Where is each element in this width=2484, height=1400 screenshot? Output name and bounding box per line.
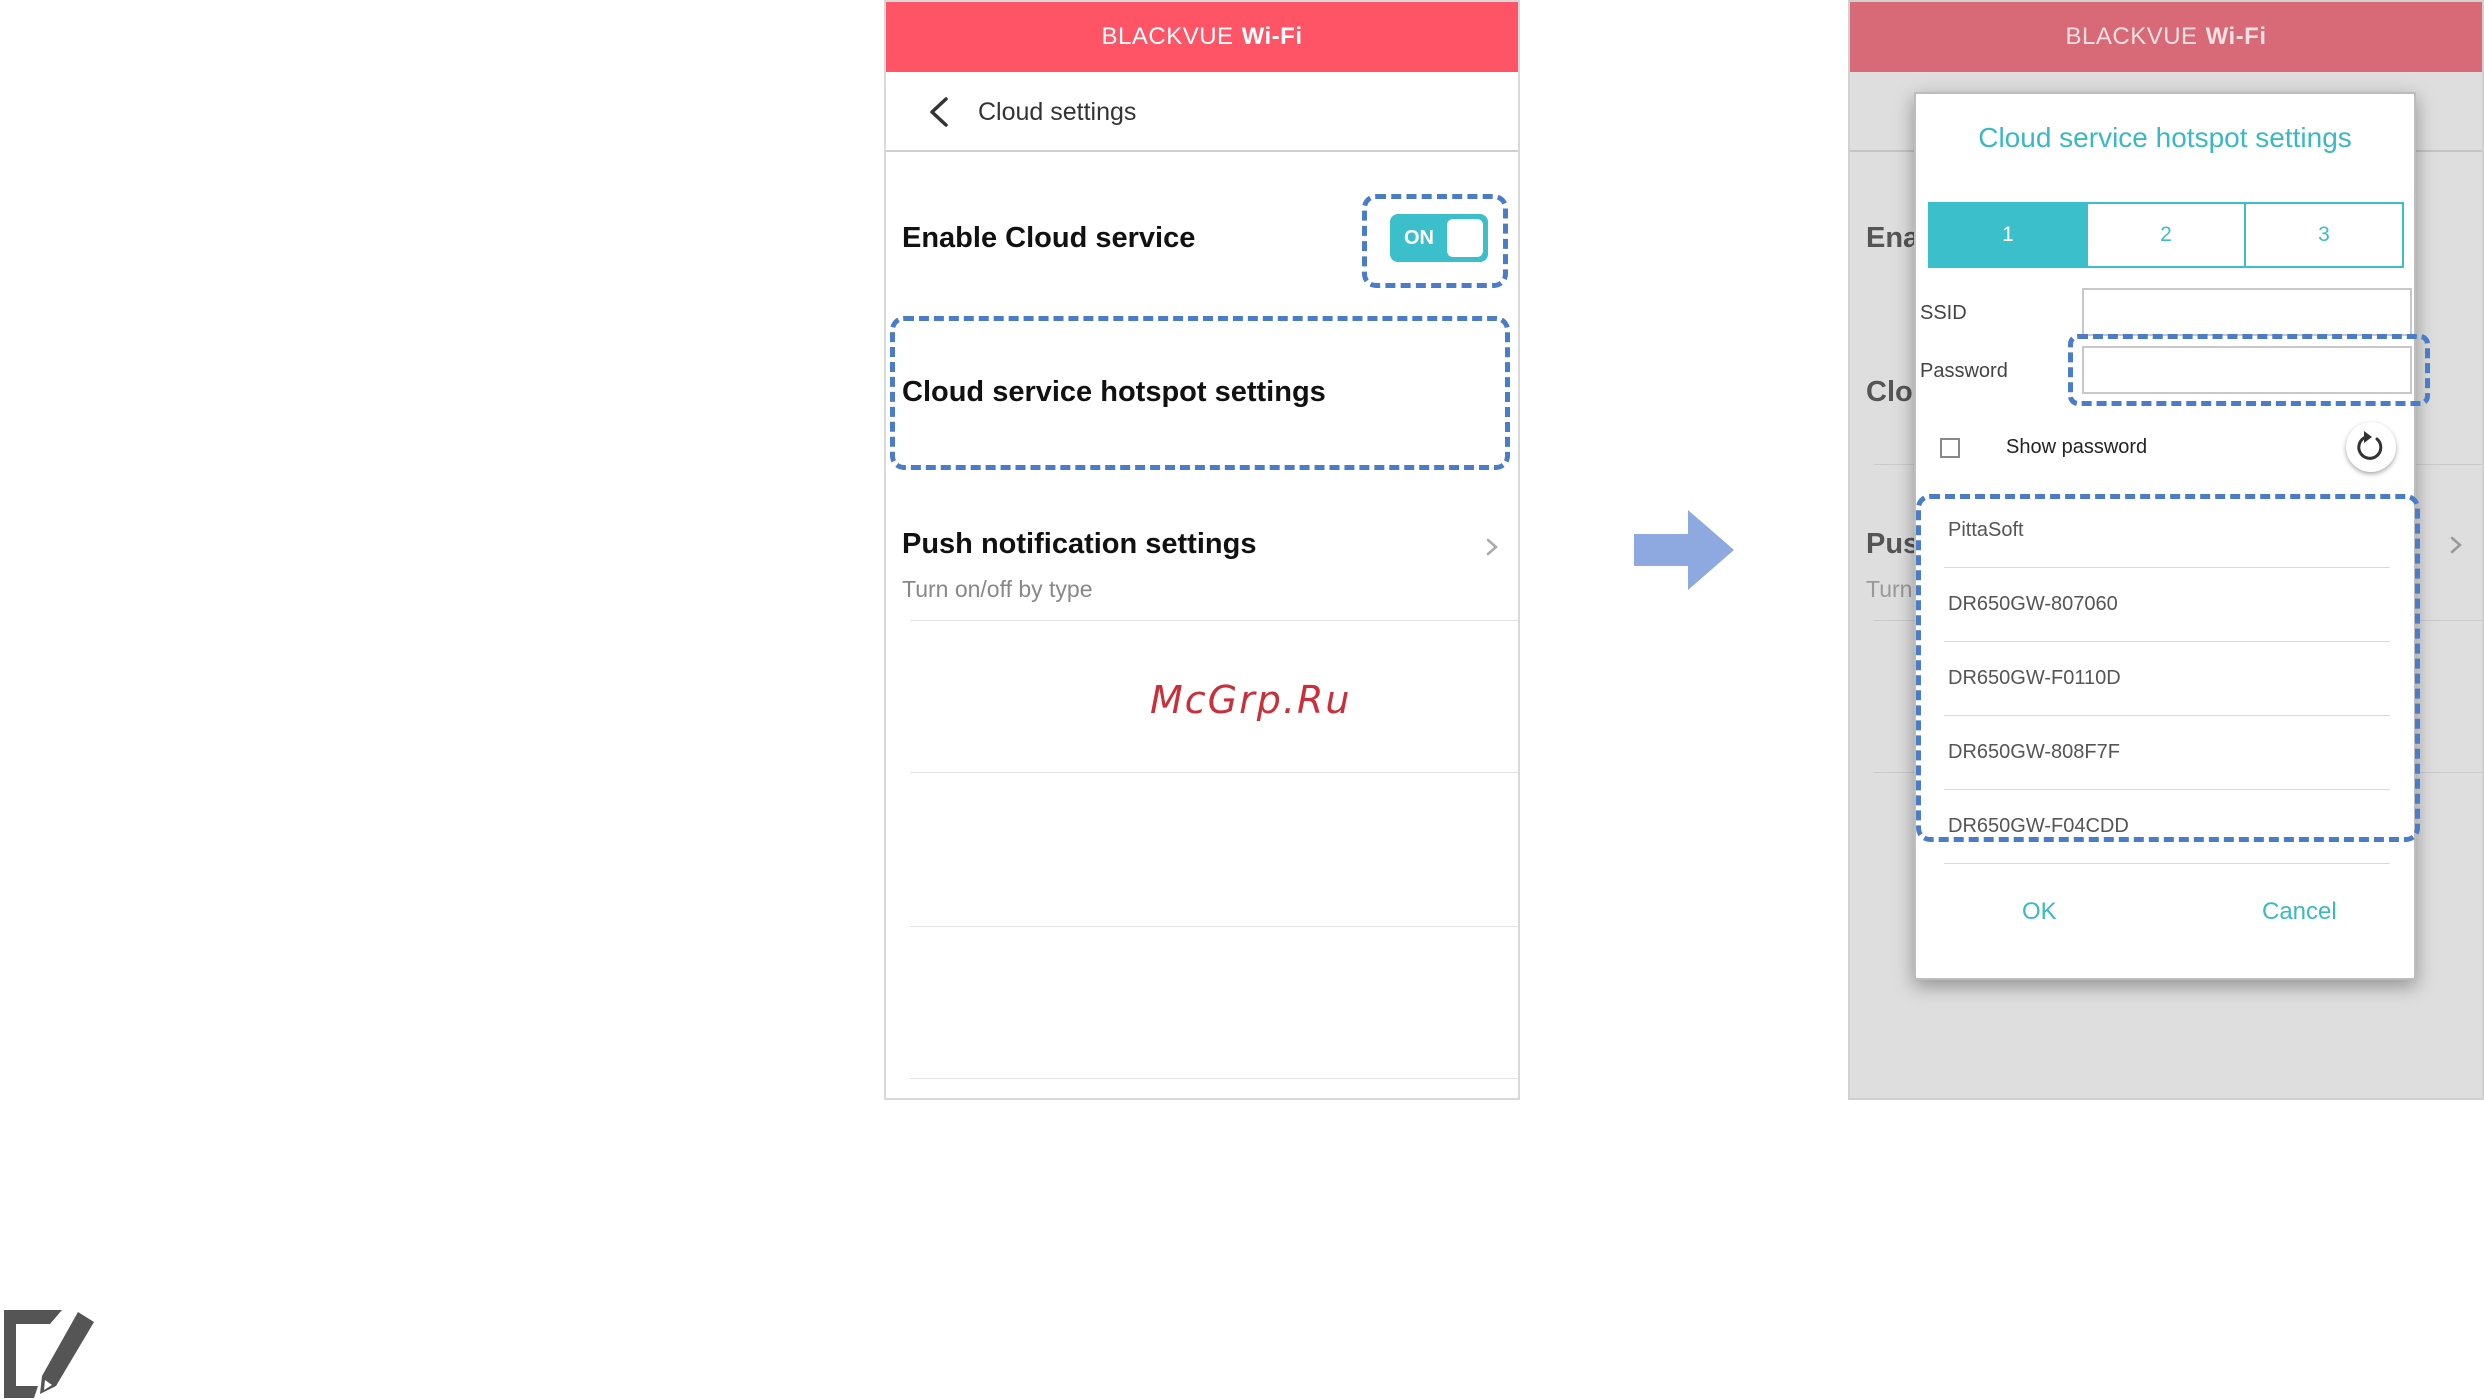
refresh-button[interactable]	[2346, 422, 2396, 472]
enable-cloud-label: Enable Cloud service	[902, 222, 1196, 254]
dialog-title: Cloud service hotspot settings	[1978, 122, 2352, 153]
bg-push-sub-fragment: Turn	[1866, 576, 1913, 602]
show-password-label: Show password	[2006, 436, 2148, 458]
app-header: BLACKVUE Wi-Fi	[886, 2, 1518, 72]
watermark: McGrp.Ru	[1150, 678, 1352, 722]
tab-3[interactable]: 3	[2244, 204, 2402, 266]
bg-cloud-fragment: Clo	[1866, 376, 1913, 408]
tab-2[interactable]: 2	[2086, 204, 2244, 266]
highlight-toggle	[1362, 194, 1508, 288]
page-title: Cloud settings	[978, 98, 1137, 126]
chevron-right-icon	[2450, 536, 2462, 554]
push-settings-sub: Turn on/off by type	[902, 576, 1093, 602]
chevron-right-icon	[1486, 538, 1498, 556]
note-pencil-icon	[4, 1310, 94, 1398]
push-settings-row[interactable]: Push notification settings Turn on/off b…	[886, 502, 1518, 620]
app-header-dimmed: BLACKVUE Wi-Fi	[1850, 2, 2482, 72]
ok-button[interactable]: OK	[2022, 898, 2057, 926]
row-divider	[910, 772, 1518, 773]
cancel-button[interactable]: Cancel	[2262, 898, 2337, 926]
row-divider	[910, 926, 1518, 927]
hotspot-tabs: 1 2 3	[1928, 202, 2404, 268]
right-phone-screen: BLACKVUE Wi-Fi Ena Clo Pus Turn Cloud se…	[1848, 0, 2484, 1100]
title-bar: Cloud settings	[886, 72, 1518, 152]
header-brand: BLACKVUE	[2065, 23, 2198, 50]
arrow-right-icon	[1634, 510, 1734, 590]
header-brand: BLACKVUE	[1101, 23, 1234, 50]
bg-push-fragment: Pus	[1866, 528, 1920, 560]
push-settings-label: Push notification settings	[902, 528, 1257, 560]
tab-1[interactable]: 1	[1930, 204, 2086, 266]
left-phone-screen: BLACKVUE Wi-Fi Cloud settings Enable Clo…	[884, 0, 1520, 1100]
header-wifi: Wi-Fi	[2205, 23, 2267, 50]
ssid-input[interactable]	[2082, 288, 2412, 336]
header-wifi: Wi-Fi	[1241, 23, 1303, 50]
row-divider	[910, 1078, 1518, 1079]
highlight-password-field	[2068, 334, 2430, 406]
show-password-checkbox[interactable]	[1940, 438, 1960, 458]
highlight-ssid-list	[1916, 494, 2420, 842]
row-divider	[910, 620, 1518, 621]
chevron-left-icon[interactable]	[924, 96, 954, 128]
refresh-icon	[2357, 431, 2383, 460]
ssid-label: SSID	[1920, 302, 1967, 324]
bg-enable-fragment: Ena	[1866, 222, 1920, 254]
highlight-hotspot-row	[890, 316, 1510, 470]
password-label: Password	[1920, 360, 2008, 382]
